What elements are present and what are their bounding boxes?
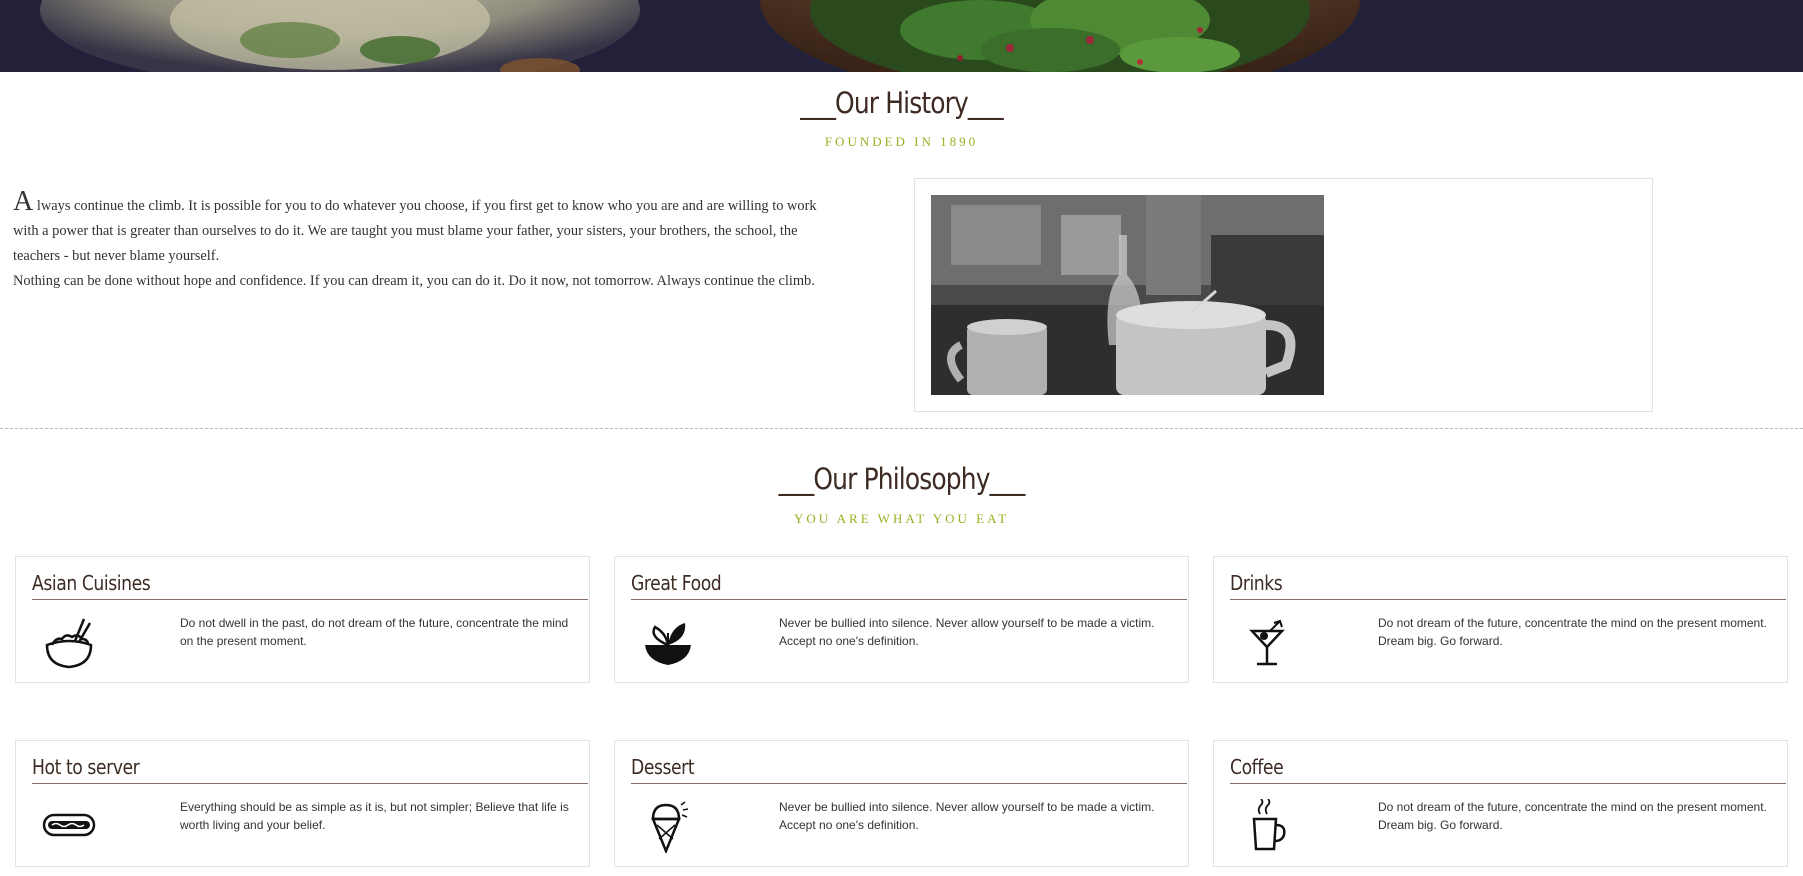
history-title: ___Our History___ xyxy=(800,86,1003,120)
history-photo-frame xyxy=(914,178,1653,412)
history-subtitle: FOUNDED IN 1890 xyxy=(824,134,979,149)
cafe-photo xyxy=(931,195,1324,395)
card-text: Everything should be as simple as it is,… xyxy=(180,800,569,832)
rice-bowl-icon xyxy=(42,615,96,669)
card-text: Do not dwell in the past, do not dream o… xyxy=(180,616,569,648)
history-body: A lways continue the climb. It is possib… xyxy=(13,186,833,294)
card-title: Hot to server xyxy=(32,755,588,784)
philosophy-card: Asian Cuisines Do not dwell in the past,… xyxy=(15,556,590,683)
card-text: Never be bullied into silence. Never all… xyxy=(779,616,1155,648)
cocktail-icon xyxy=(1240,615,1294,669)
ice-cream-icon xyxy=(641,799,695,855)
section-divider xyxy=(0,428,1803,429)
card-title: Great Food xyxy=(631,571,1187,600)
history-paragraph-2: Nothing can be done without hope and con… xyxy=(13,273,815,289)
salad-bowl-icon xyxy=(641,615,695,669)
philosophy-card: Hot to server Everything should be as si… xyxy=(15,740,590,867)
philosophy-card: Coffee Do not dream of the future, conce… xyxy=(1213,740,1788,867)
card-text: Never be bullied into silence. Never all… xyxy=(779,800,1155,832)
card-text: Do not dream of the future, concentrate … xyxy=(1378,616,1767,648)
hotdog-icon xyxy=(42,799,96,853)
dropcap-letter: A xyxy=(13,186,34,217)
card-text: Do not dream of the future, concentrate … xyxy=(1378,800,1767,832)
philosophy-card: Great Food Never be bullied into silence… xyxy=(614,556,1189,683)
card-title: Asian Cuisines xyxy=(32,571,588,600)
philosophy-card: Dessert Never be bullied into silence. N… xyxy=(614,740,1189,867)
card-title: Coffee xyxy=(1230,755,1786,784)
hero-banner-image xyxy=(0,0,1803,72)
card-title: Drinks xyxy=(1230,571,1786,600)
card-title: Dessert xyxy=(631,755,1187,784)
philosophy-card: Drinks Do not dream of the future, conce… xyxy=(1213,556,1788,683)
philosophy-title: ___Our Philosophy___ xyxy=(778,462,1026,496)
coffee-cup-icon xyxy=(1240,798,1294,853)
philosophy-subtitle: YOU ARE WHAT YOU EAT xyxy=(793,511,1010,526)
history-paragraph-1: A lways continue the climb. It is possib… xyxy=(13,186,817,265)
